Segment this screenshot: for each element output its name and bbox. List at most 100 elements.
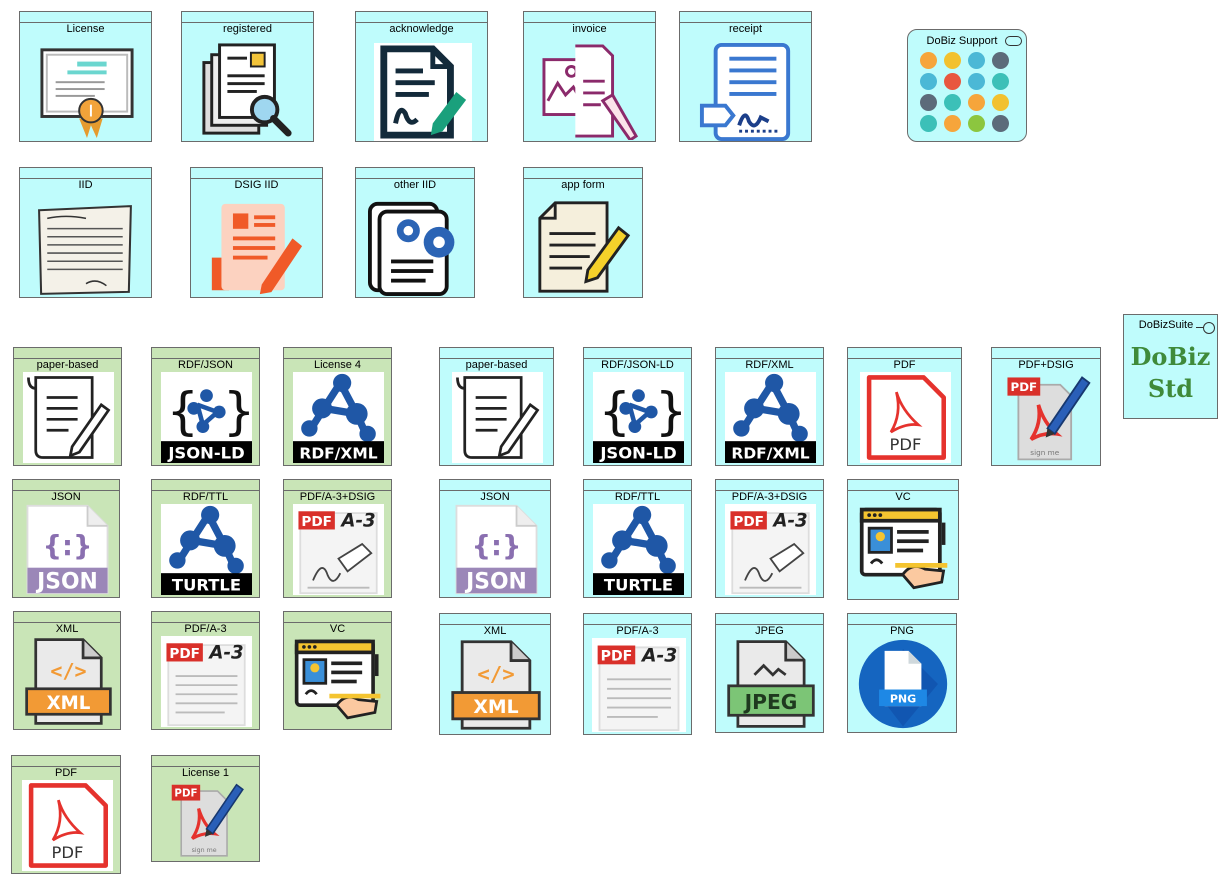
rdf-xml-icon: RDF/XML [293, 372, 384, 463]
green-node-paper-based[interactable]: paper-based [13, 347, 122, 466]
green-node-json[interactable]: JSON {:} JSON [12, 479, 120, 598]
green-node-pdf-a-3-dsig[interactable]: PDF/A-3+DSIG PDF A-3 [283, 479, 392, 598]
icon-caption: RDF/XML [299, 444, 377, 462]
icon-caption: TURTLE [172, 575, 241, 594]
icon-caption: JSON-LD [599, 443, 676, 462]
green-node-vc[interactable]: VC [283, 611, 392, 730]
icon-caption: JPEG [742, 690, 797, 714]
cyan-node-rdf-xml[interactable]: RDF/XML RDF/XML [715, 347, 824, 466]
cyan-node-png[interactable]: PNG PNG [847, 613, 957, 733]
node-label: RDF/JSON-LD [601, 359, 674, 371]
green-node-license-4[interactable]: License 4 RDF/XML [283, 347, 392, 466]
icon-caption: PDF [600, 649, 632, 665]
png-file-icon: PNG [857, 638, 949, 730]
green-node-rdf-ttl[interactable]: RDF/TTL TURTLE [151, 479, 260, 598]
node-label: PNG [890, 625, 914, 637]
green-node-rdf-json[interactable]: RDF/JSON{}JSON-LD [151, 347, 260, 466]
node-label: PDF/A-3+DSIG [731, 491, 808, 503]
xml-file-icon: </> XML [449, 638, 543, 732]
node-label: PDF/A-3 [184, 623, 227, 635]
node-label: RDF/JSON [178, 359, 233, 371]
pdfa3-sign-icon: PDF A-3 [725, 504, 816, 595]
verifiable-credential-icon [293, 636, 384, 727]
cyan-node-paper-based[interactable]: paper-based [439, 347, 554, 466]
cyan-node-jpeg[interactable]: JPEG JPEG [715, 613, 824, 733]
collapse-toggle-icon[interactable] [1005, 36, 1022, 46]
document-gears-icon [368, 198, 464, 298]
dsig-iid-node[interactable]: DSIG IID [190, 167, 323, 298]
icon-caption-secondary: sign me [192, 847, 217, 854]
json-file-icon: {:} JSON [22, 504, 113, 595]
node-label: paper-based [36, 359, 99, 371]
pdfa3-sign-icon: PDF A-3 [293, 504, 384, 595]
invoice-node[interactable]: invoice [523, 11, 656, 142]
node-label: PDF/A-3+DSIG [299, 491, 376, 503]
icon-caption-secondary: A-3 [339, 511, 375, 532]
cyan-node-pdf[interactable]: PDF PDF [847, 347, 962, 466]
green-node-pdf[interactable]: PDF PDF [11, 755, 121, 874]
app-form-node[interactable]: app form [523, 167, 643, 298]
svg-text:{:}: {:} [42, 531, 92, 562]
json-ld-icon: {}JSON-LD [593, 372, 684, 463]
dobiz-suite-node[interactable]: DoBizSuite DoBiz Std [1123, 314, 1218, 419]
node-label: VC [329, 623, 346, 635]
certificate-icon [38, 42, 136, 140]
registered-node[interactable]: registered [181, 11, 314, 142]
cyan-node-json[interactable]: JSON {:} JSON [439, 479, 551, 598]
icon-caption: PDF [890, 435, 922, 454]
document-pen-icon [207, 200, 305, 296]
icon-caption: PDF [169, 646, 200, 662]
node-label: JSON [480, 491, 510, 503]
node-label: app form [561, 179, 605, 191]
icon-caption: JSON [35, 570, 98, 595]
pdfa3-icon: PDF A-3 [161, 636, 252, 727]
other-iid-node[interactable]: other IID [355, 167, 475, 298]
node-label: License 4 [313, 359, 362, 371]
icon-caption: JSON [464, 570, 527, 595]
node-label: PDF [55, 767, 77, 779]
pdf-file-icon: PDF [21, 780, 113, 871]
license-node[interactable]: License [19, 11, 152, 142]
cyan-node-pdf-a-3[interactable]: PDF/A-3 PDF A-3 [583, 613, 692, 735]
turtle-icon: TURTLE [593, 504, 684, 595]
cyan-node-pdf-dsig[interactable]: PDF+DSIG PDF sign me [991, 347, 1101, 466]
brand-logo: DoBiz Std [1130, 342, 1211, 403]
cyan-node-xml[interactable]: XML </> XML [439, 613, 551, 735]
pdf-sign-icon: PDF sign me [167, 780, 246, 859]
green-node-pdf-a-3[interactable]: PDF/A-3 PDF A-3 [151, 611, 260, 730]
rdf-xml-icon: RDF/XML [725, 372, 816, 463]
icon-caption-secondary: A-3 [207, 643, 243, 664]
green-node-xml[interactable]: XML </> XML [13, 611, 121, 730]
icon-caption: PDF [733, 514, 764, 530]
iid-node[interactable]: IID [19, 167, 152, 298]
node-label: XML [483, 625, 507, 637]
acknowledge-node[interactable]: acknowledge [355, 11, 488, 142]
icon-caption: PDF [1010, 380, 1037, 394]
dobiz-support-node[interactable]: DoBiz Support [907, 29, 1027, 142]
icon-caption: RDF/XML [731, 444, 809, 462]
cyan-node-pdf-a-3-dsig[interactable]: PDF/A-3+DSIG PDF A-3 [715, 479, 824, 598]
svg-text:</>: </> [477, 662, 514, 686]
verifiable-credential-icon [858, 504, 951, 597]
green-node-license-1[interactable]: License 1 PDF sign me [151, 755, 260, 862]
node-label: RDF/TTL [182, 491, 229, 503]
scroll-pencil-icon [452, 372, 543, 463]
node-label: PDF [893, 359, 916, 371]
node-label: paper-based [465, 359, 528, 371]
turtle-icon: TURTLE [161, 504, 252, 595]
node-label: VC [895, 491, 911, 503]
icon-caption: PDF [51, 843, 83, 862]
receipt-node[interactable]: receipt [679, 11, 812, 142]
node-label: RDF/TTL [614, 491, 661, 503]
node-label: acknowledge [389, 23, 454, 35]
node-label: JSON [51, 491, 81, 503]
node-label: PDF+DSIG [1018, 359, 1074, 371]
cyan-node-rdf-ttl[interactable]: RDF/TTL TURTLE [583, 479, 692, 598]
cyan-node-rdf-json-ld[interactable]: RDF/JSON-LD{}JSON-LD [583, 347, 692, 466]
cyan-node-vc[interactable]: VC [847, 479, 959, 600]
pdf-file-icon: PDF [860, 372, 951, 463]
json-file-icon: {:} JSON [451, 504, 542, 595]
port-circle-icon[interactable] [1203, 322, 1215, 334]
node-label: License 1 [181, 767, 230, 779]
icon-caption: PDF [301, 514, 332, 530]
